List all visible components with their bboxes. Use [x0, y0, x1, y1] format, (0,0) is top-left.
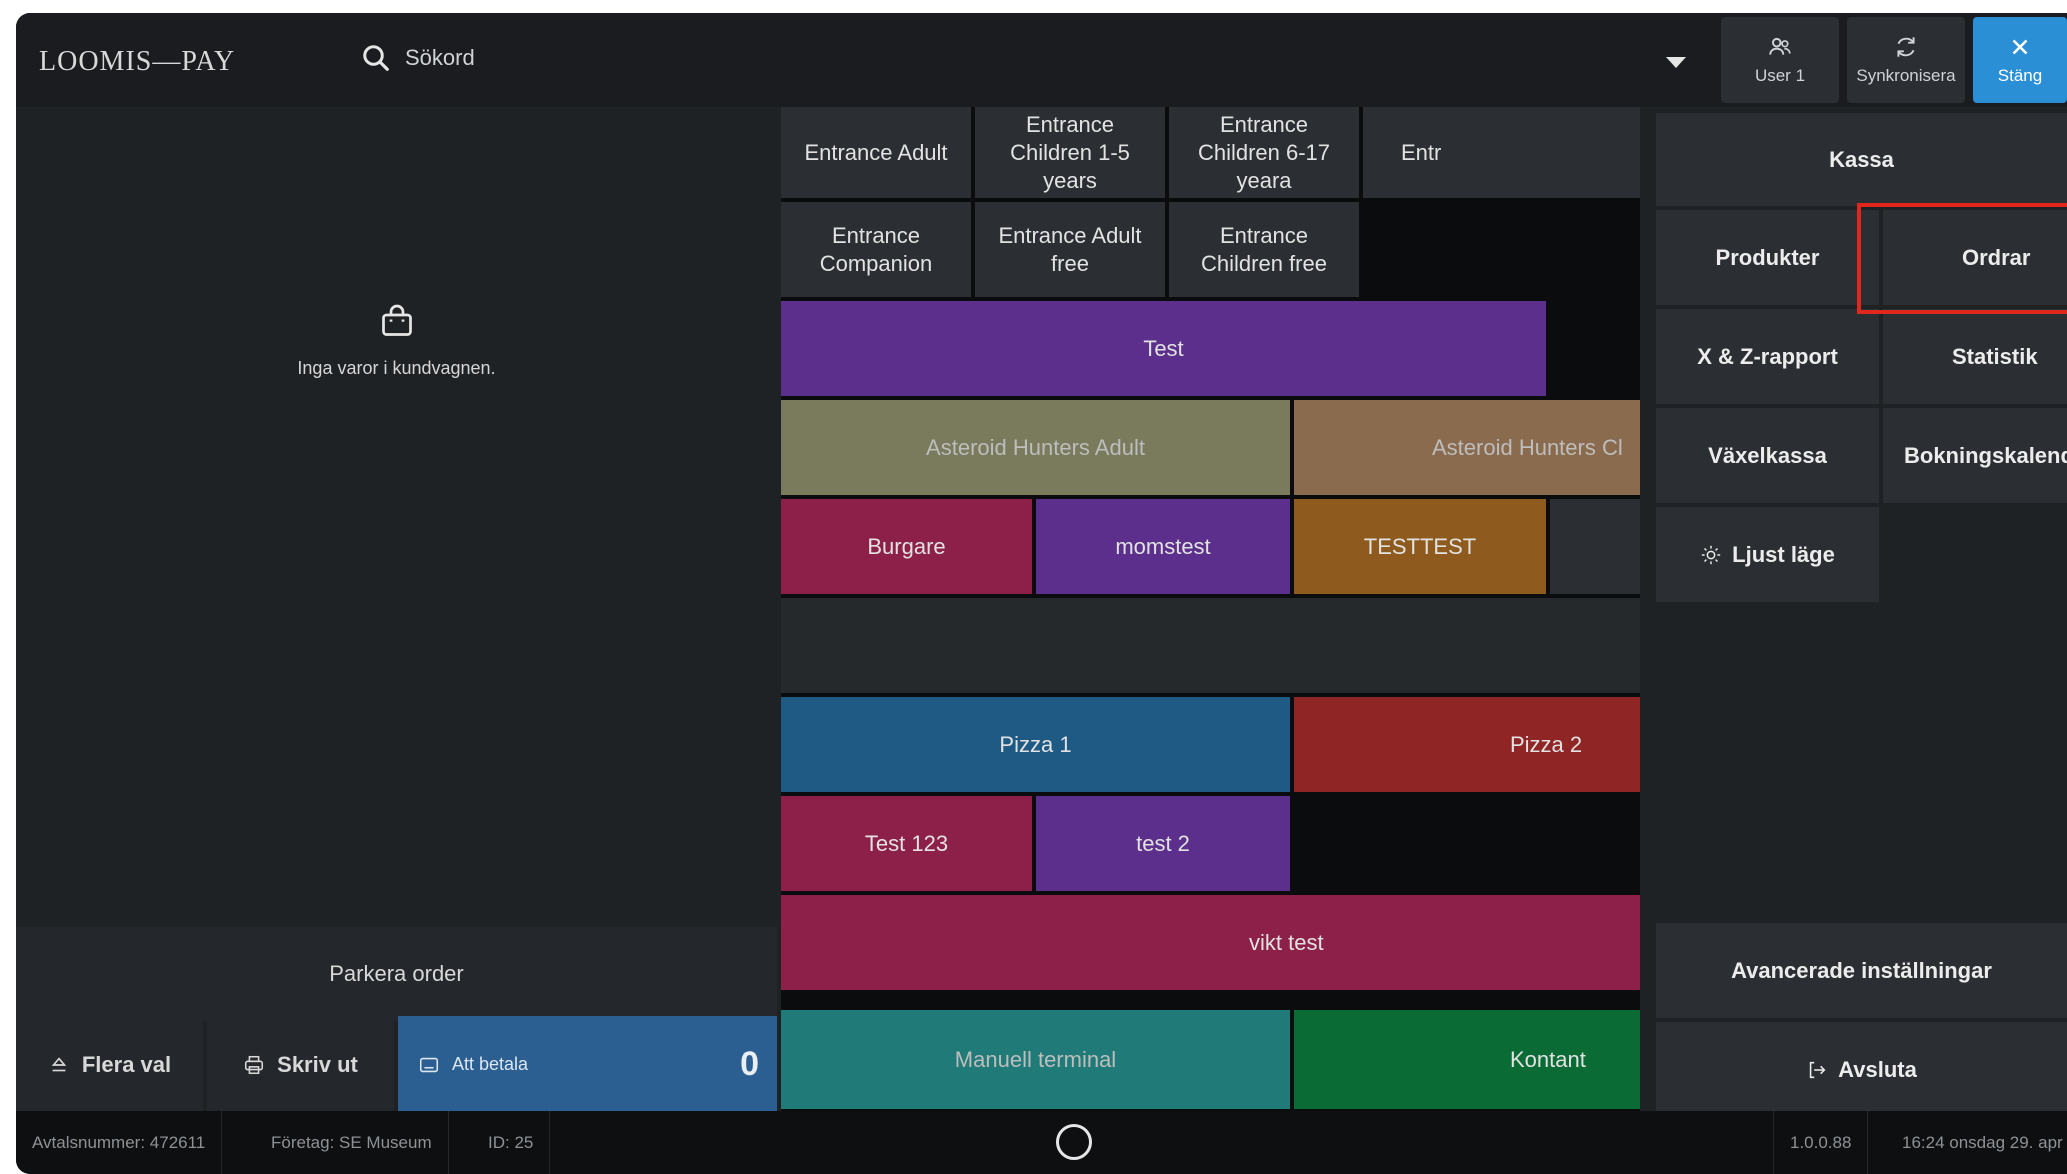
close-button[interactable]: Stäng: [1973, 17, 2067, 103]
search-field[interactable]: Sökord: [361, 43, 475, 73]
printer-icon: [245, 1055, 264, 1074]
close-icon: [2012, 39, 2028, 55]
more-options-label: Flera val: [81, 1051, 172, 1077]
caret-down-icon: [1666, 57, 1686, 68]
menu-vaxelkassa[interactable]: Växelkassa: [1656, 408, 1879, 503]
app-version: 1.0.0.88: [1773, 1111, 1869, 1174]
product-tile[interactable]: Entrance Adult free: [975, 202, 1165, 297]
company-name: Företag: SE Museum: [255, 1111, 449, 1174]
empty-cart-state: Inga varor i kundvagnen.: [16, 303, 777, 379]
home-button[interactable]: [1056, 1124, 1092, 1160]
print-button[interactable]: Skriv ut: [207, 1016, 394, 1113]
menu-light-mode[interactable]: Ljust läge: [1656, 507, 1879, 602]
loomis-pay-logo: LOOMIS—PAY: [39, 46, 236, 77]
product-tile[interactable]: test 2: [1036, 796, 1290, 891]
product-tile[interactable]: Asteroid Hunters Adult: [781, 400, 1290, 495]
product-tile[interactable]: Test 123: [781, 796, 1032, 891]
search-icon: [363, 45, 389, 71]
product-tile[interactable]: Entrance Children free: [1169, 202, 1359, 297]
park-order-button[interactable]: Parkera order: [16, 927, 777, 1021]
menu-kassa[interactable]: Kassa: [1656, 113, 2067, 206]
eject-icon: [51, 1056, 67, 1071]
empty-cart-text: Inga varor i kundvagnen.: [297, 358, 496, 378]
manual-terminal-button[interactable]: Manuell terminal: [781, 1010, 1290, 1109]
shopping-bag-icon: [381, 304, 412, 336]
sync-button[interactable]: Synkronisera: [1847, 17, 1965, 103]
top-bar: LOOMIS—PAY Sökord User 1 Synkronisera St…: [16, 13, 2067, 107]
print-label: Skriv ut: [277, 1051, 358, 1077]
menu-xz-rapport[interactable]: X & Z-rapport: [1656, 309, 1879, 404]
more-options-button[interactable]: Flera val: [16, 1016, 203, 1113]
search-placeholder[interactable]: Sökord: [405, 45, 475, 71]
menu-statistik[interactable]: Statistik: [1883, 309, 2067, 404]
menu-advanced-settings[interactable]: Avancerade inställningar: [1656, 923, 2067, 1018]
to-pay-amount: 0: [740, 1045, 759, 1083]
close-label: Stäng: [1997, 66, 2043, 85]
terminal-id: ID: 25: [472, 1111, 551, 1174]
payment-terminal-icon: [419, 1057, 439, 1072]
sync-icon: [1897, 37, 1915, 57]
product-tile[interactable]: Pizza 2: [1294, 697, 1651, 792]
sync-label: Synkronisera: [1856, 66, 1956, 85]
user-button[interactable]: User 1: [1721, 17, 1839, 103]
menu-logout[interactable]: Avsluta: [1656, 1022, 2067, 1117]
users-icon: [1769, 37, 1791, 55]
main-menu-panel: Kassa Produkter Ordrar X & Z-rapport Sta…: [1640, 107, 2067, 1117]
cart-panel: Inga varor i kundvagnen. Parkera order: [16, 107, 777, 1021]
light-mode-label: Ljust läge: [1732, 541, 1835, 567]
pos-app-window: LOOMIS—PAY Sökord User 1 Synkronisera St…: [16, 13, 2067, 1174]
empty-row: [781, 598, 1651, 693]
product-grid: Entrance Adult Entrance Children 1-5 yea…: [781, 107, 1651, 1112]
product-tile[interactable]: Entrance Children 6-17 yeara: [1169, 107, 1359, 198]
agreement-number: Avtalsnummer: 472611: [16, 1111, 223, 1174]
logout-label: Avsluta: [1838, 1056, 1917, 1082]
product-tile[interactable]: Asteroid Hunters Cl: [1294, 400, 1651, 495]
product-tile[interactable]: Entr: [1363, 107, 1651, 198]
product-tile[interactable]: TESTTEST: [1294, 499, 1546, 594]
logout-icon: [1809, 1061, 1826, 1078]
status-bar: Avtalsnummer: 472611 Företag: SE Museum …: [16, 1111, 2067, 1174]
product-tile[interactable]: Entrance Companion: [781, 202, 971, 297]
date-time: 16:24 onsdag 29. apr: [1902, 1132, 2063, 1152]
product-tile[interactable]: Pizza 1: [781, 697, 1290, 792]
sun-icon: [1701, 545, 1721, 564]
user-label: User 1: [1754, 66, 1806, 85]
product-tile[interactable]: Test: [781, 301, 1546, 396]
pay-button[interactable]: Att betala 0: [398, 1016, 777, 1113]
product-tile[interactable]: Entrance Adult: [781, 107, 971, 198]
product-tile[interactable]: vikt test: [781, 895, 1651, 990]
product-tile[interactable]: Burgare: [781, 499, 1032, 594]
product-tile[interactable]: momstest: [1036, 499, 1290, 594]
menu-ordrar[interactable]: Ordrar: [1883, 210, 2067, 305]
empty-tile: [1550, 499, 1651, 594]
cash-button[interactable]: Kontant: [1294, 1010, 1651, 1109]
menu-produkter[interactable]: Produkter: [1656, 210, 1879, 305]
dropdown-caret-button[interactable]: [1656, 43, 1696, 83]
product-tile[interactable]: Entrance Children 1-5 years: [975, 107, 1165, 198]
to-pay-label: Att betala: [452, 1054, 529, 1074]
menu-bokningskalender[interactable]: Bokningskalender: [1883, 408, 2067, 503]
